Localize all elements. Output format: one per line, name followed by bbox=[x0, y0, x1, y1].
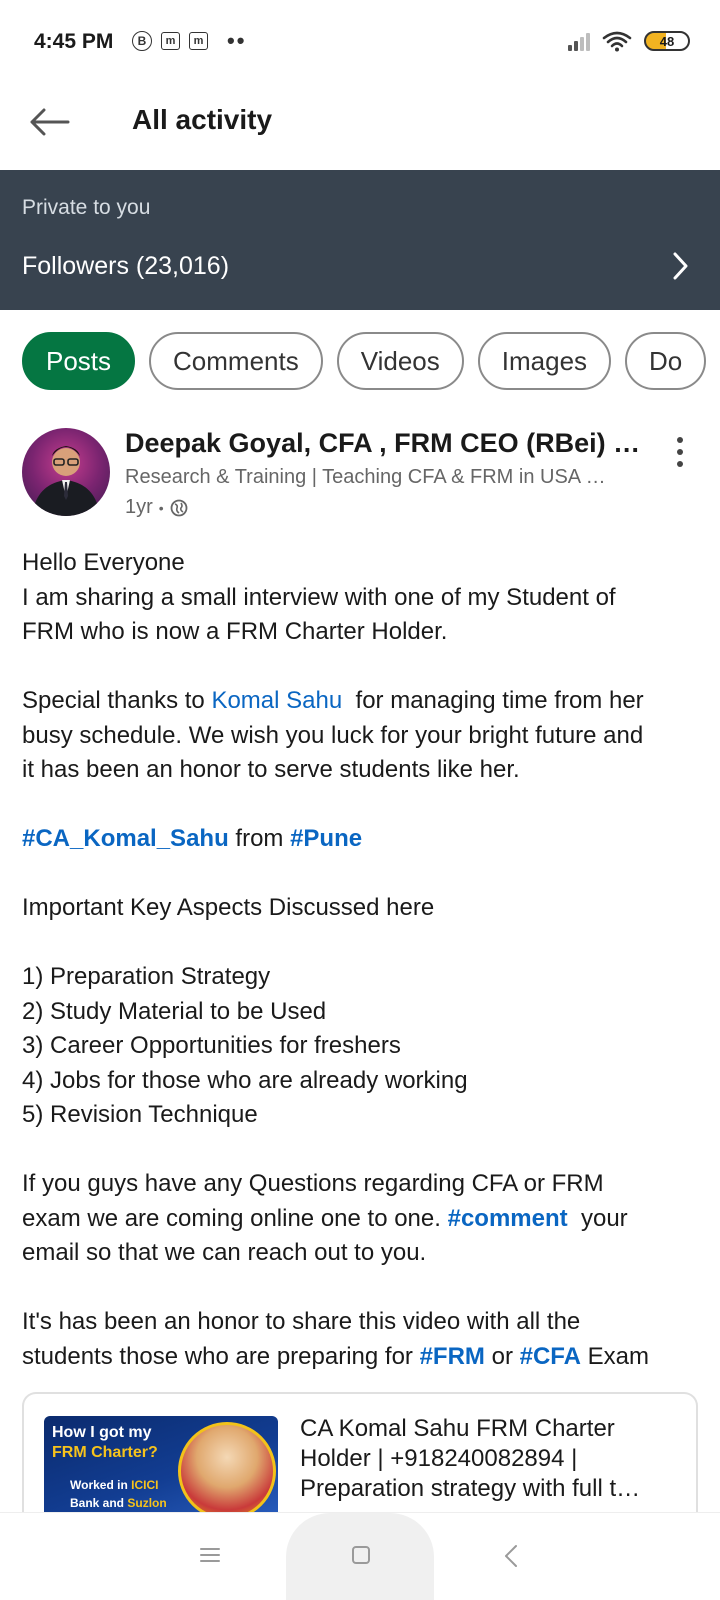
thumbnail-text: How I got my bbox=[52, 1424, 152, 1441]
post-text-line: #CA_Komal_Sahu from #Pune bbox=[22, 825, 363, 852]
avatar-photo bbox=[32, 446, 100, 516]
hashtag-link[interactable]: #FRM bbox=[420, 1343, 485, 1370]
post-text-line: exam we are coming online one to one. #c… bbox=[22, 1204, 628, 1232]
more-options-icon[interactable] bbox=[670, 434, 690, 470]
chevron-right-icon bbox=[673, 252, 688, 280]
thumbnail-text: Bank and Suzlon bbox=[70, 1496, 167, 1510]
back-triangle-icon[interactable] bbox=[501, 1543, 521, 1569]
thumbnail-text: FRM Charter? bbox=[52, 1444, 158, 1461]
post-text-line: If you guys have any Questions regarding… bbox=[22, 1170, 604, 1197]
author-name[interactable]: Deepak Goyal, CFA , FRM CEO (RBei) … bbox=[125, 428, 655, 459]
signal-icon bbox=[568, 31, 590, 51]
status-bar: 4:45 PM B m m •• 48 bbox=[0, 0, 720, 88]
author-headline: Research & Training | Teaching CFA & FRM… bbox=[125, 466, 606, 488]
thumbnail-portrait bbox=[178, 1422, 276, 1520]
post-body: Hello Everyone I am sharing a small inte… bbox=[22, 546, 702, 1374]
post-header: Deepak Goyal, CFA , FRM CEO (RBei) … Res… bbox=[22, 426, 702, 526]
home-square-icon[interactable] bbox=[349, 1543, 373, 1567]
video-preview-card[interactable]: How I got my FRM Charter? Worked in ICIC… bbox=[22, 1392, 698, 1522]
post-text-line: Hello Everyone bbox=[22, 549, 185, 576]
list-item: 5) Revision Technique bbox=[22, 1101, 258, 1128]
post-meta: 1yr • bbox=[125, 496, 188, 519]
avatar[interactable] bbox=[22, 428, 110, 516]
arrow-left-icon bbox=[30, 108, 70, 136]
notification-icons: B m m •• bbox=[132, 28, 247, 53]
m-notification-icon: m bbox=[189, 32, 208, 50]
list-item: 2) Study Material to be Used bbox=[22, 997, 327, 1025]
post-text-line: busy schedule. We wish you luck for your… bbox=[22, 721, 644, 749]
chip-posts[interactable]: Posts bbox=[22, 332, 136, 390]
app-header: All activity bbox=[0, 88, 720, 170]
globe-icon bbox=[170, 499, 188, 516]
b-notification-icon: B bbox=[132, 31, 152, 51]
post-text-line: I am sharing a small interview with one … bbox=[22, 583, 616, 611]
post-time: 1yr bbox=[125, 496, 153, 518]
meta-separator: • bbox=[158, 499, 164, 516]
mention-link[interactable]: Komal Sahu bbox=[211, 687, 342, 714]
system-nav-bar bbox=[0, 1512, 720, 1600]
back-button[interactable] bbox=[26, 102, 74, 142]
filter-chips: Posts Comments Videos Images Do bbox=[22, 332, 720, 390]
chip-comments[interactable]: Comments bbox=[149, 332, 323, 390]
post-text-line: Important Key Aspects Discussed here bbox=[22, 894, 435, 921]
chip-videos[interactable]: Videos bbox=[336, 332, 464, 390]
preview-title[interactable]: CA Komal Sahu FRM Charter Holder | +9182… bbox=[300, 1414, 680, 1504]
status-time: 4:45 PM bbox=[34, 30, 114, 53]
wifi-icon bbox=[602, 31, 632, 52]
post-text-line: email so that we can reach out to you. bbox=[22, 1239, 427, 1266]
post-text-line: It's has been an honor to share this vid… bbox=[22, 1308, 581, 1335]
post-text-line: it has been an honor to serve students l… bbox=[22, 756, 520, 783]
followers-link[interactable]: Followers (23,016) bbox=[0, 232, 720, 304]
chip-images[interactable]: Images bbox=[477, 332, 612, 390]
hashtag-link[interactable]: #Pune bbox=[290, 825, 362, 852]
followers-count: Followers (23,016) bbox=[22, 252, 230, 280]
battery-icon: 48 bbox=[644, 31, 690, 51]
system-icons: 48 bbox=[568, 30, 690, 52]
private-banner: Private to you Followers (23,016) bbox=[0, 170, 720, 310]
post-text-line: FRM who is now a FRM Charter Holder. bbox=[22, 618, 448, 645]
menu-icon[interactable] bbox=[198, 1543, 222, 1567]
list-item: 1) Preparation Strategy bbox=[22, 963, 271, 990]
list-item: 4) Jobs for those who are already workin… bbox=[22, 1066, 468, 1094]
post-text-line: Special thanks to Komal Sahu for managin… bbox=[22, 687, 644, 714]
chip-documents[interactable]: Do bbox=[625, 332, 707, 390]
post-text-line: students those who are preparing for #FR… bbox=[22, 1342, 649, 1370]
list-item: 3) Career Opportunities for freshers bbox=[22, 1032, 401, 1059]
hashtag-link[interactable]: #comment bbox=[448, 1205, 568, 1232]
thumbnail-text: Worked in ICICI bbox=[70, 1478, 159, 1492]
hashtag-link[interactable]: #CA_Komal_Sahu bbox=[22, 825, 229, 852]
hashtag-link[interactable]: #CFA bbox=[520, 1343, 581, 1370]
more-notifications-icon: •• bbox=[227, 28, 247, 53]
page-title: All activity bbox=[132, 104, 273, 135]
video-thumbnail[interactable]: How I got my FRM Charter? Worked in ICIC… bbox=[44, 1416, 278, 1522]
private-label: Private to you bbox=[22, 196, 151, 219]
m-notification-icon: m bbox=[161, 32, 180, 50]
